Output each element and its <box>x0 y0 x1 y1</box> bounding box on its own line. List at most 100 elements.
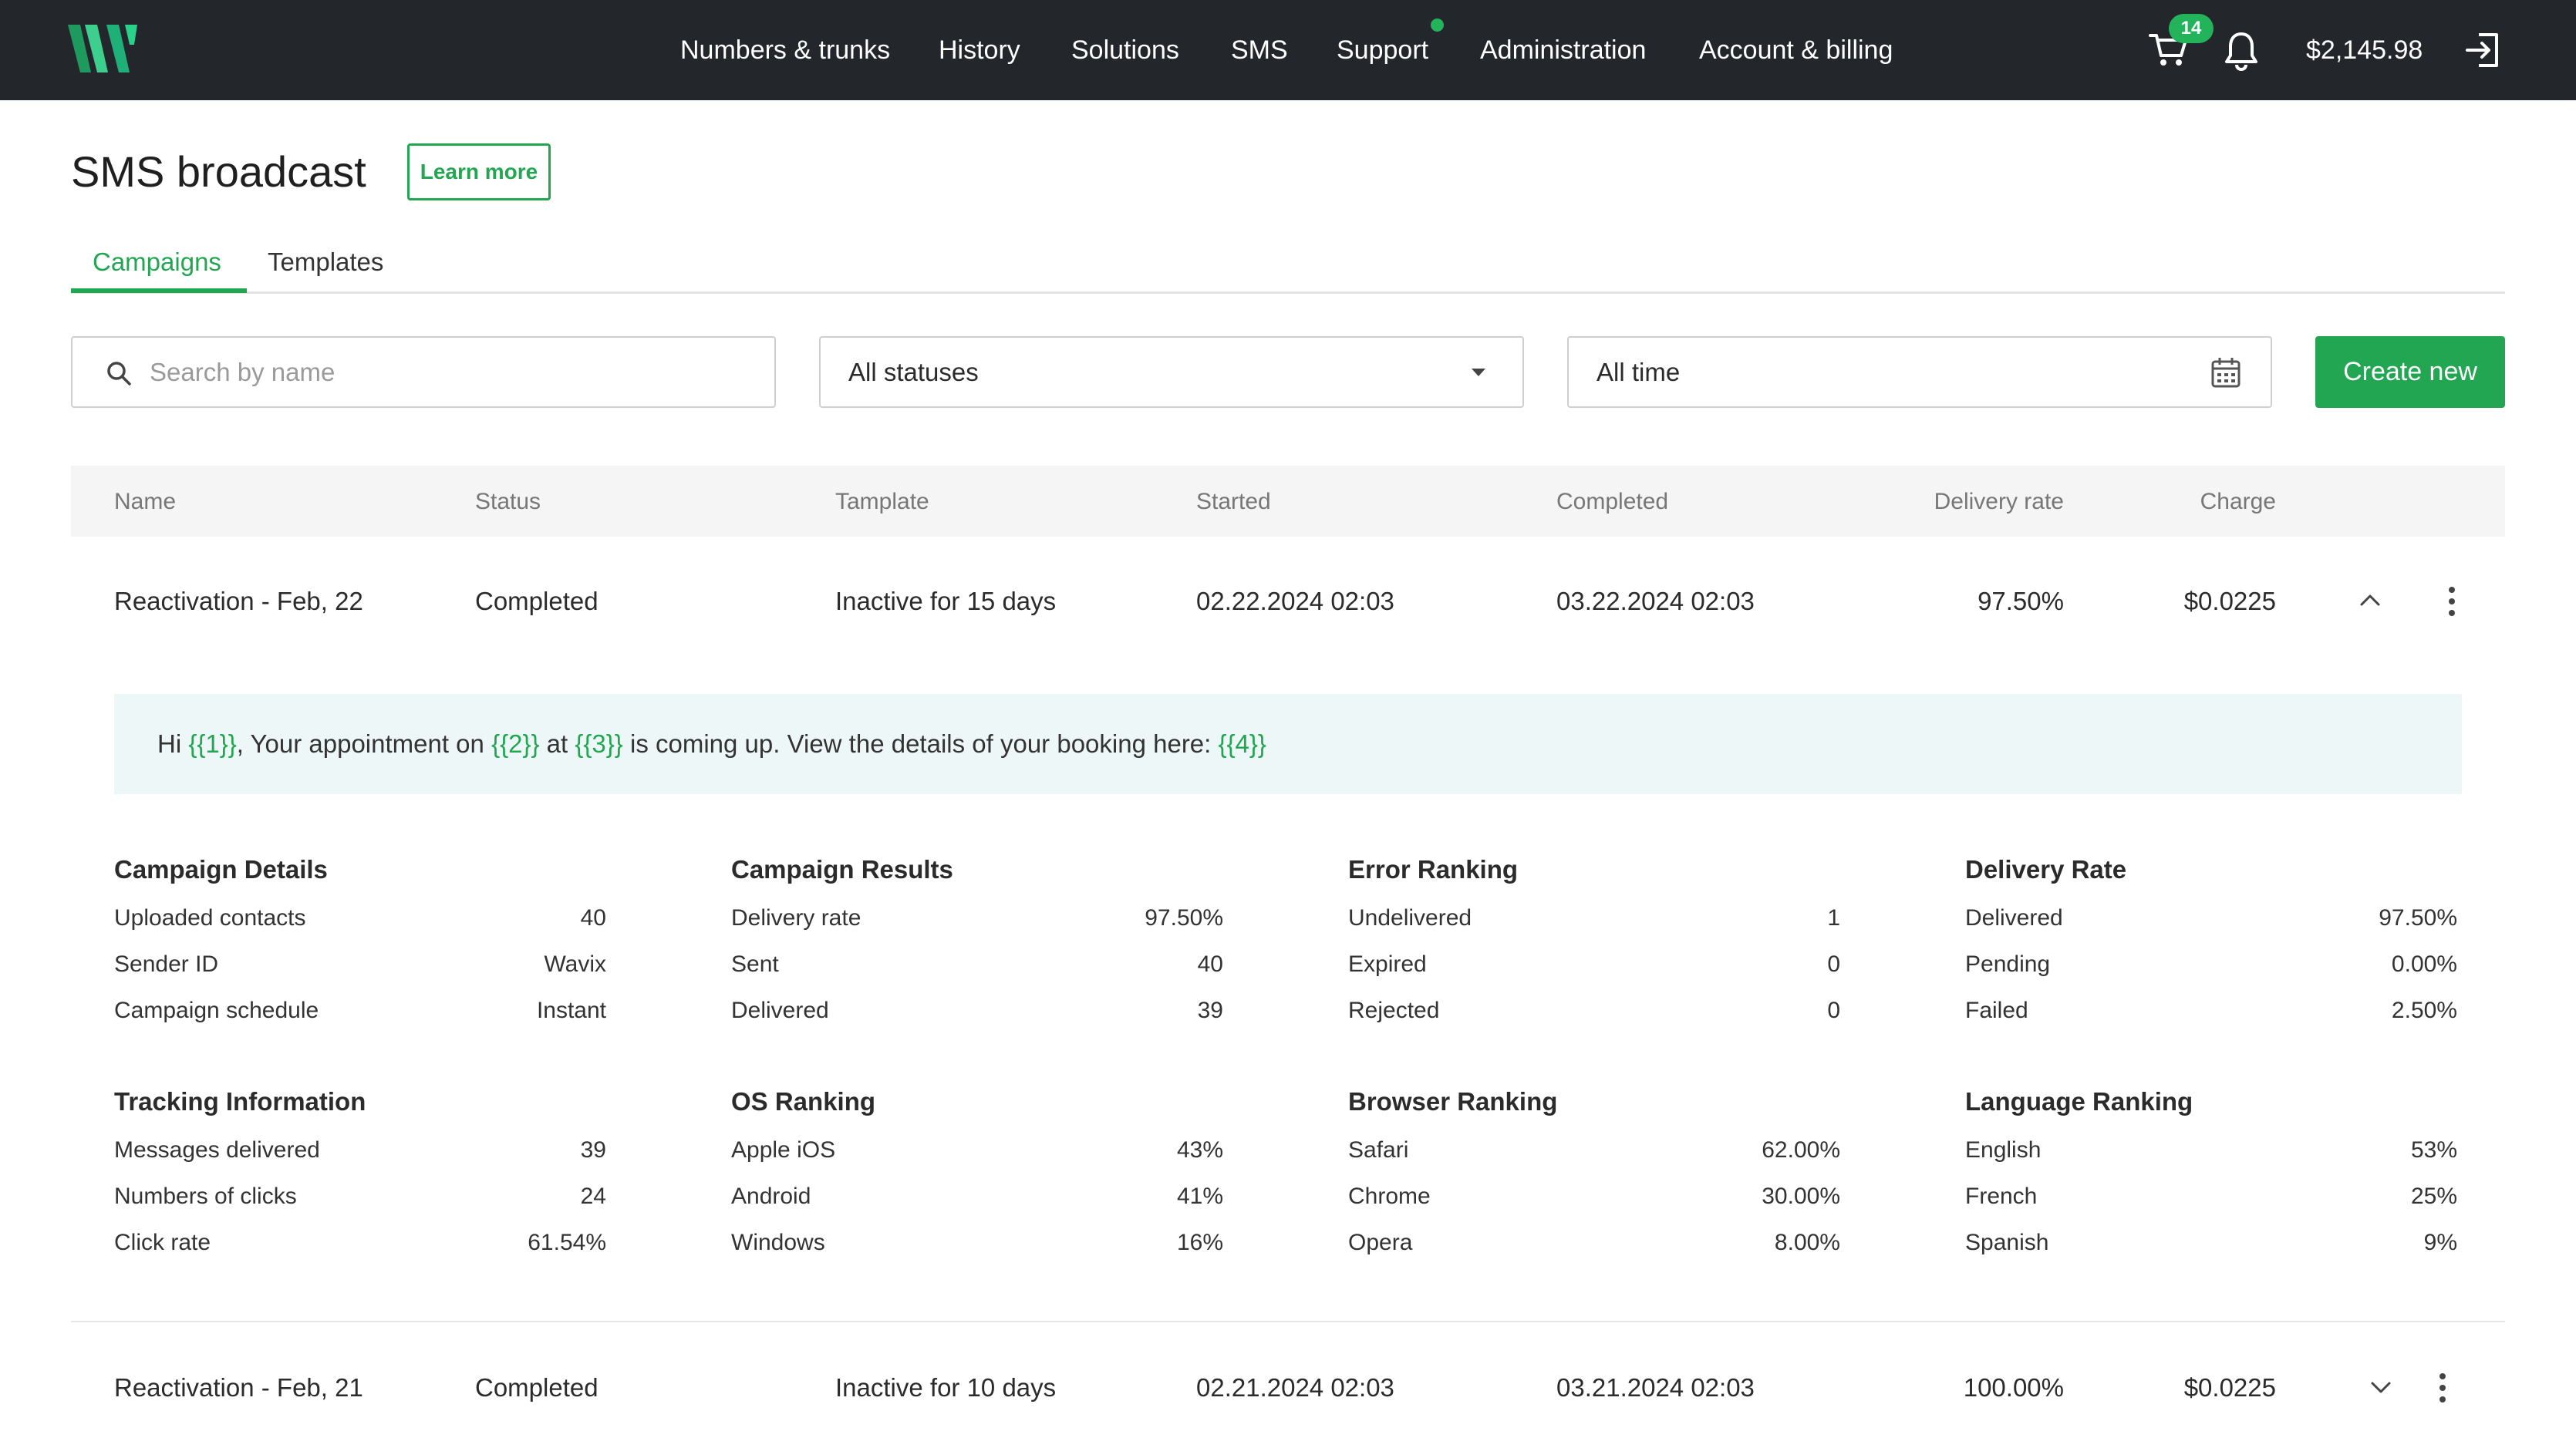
stat-label: Rejected <box>1348 998 1440 1023</box>
stat-value: 61.54% <box>528 1230 606 1255</box>
table-row[interactable]: Reactivation - Feb, 22 Completed Inactiv… <box>71 563 2505 640</box>
stats-group-title: Browser Ranking <box>1348 1087 1558 1116</box>
stat-label: Uploaded contacts <box>114 905 306 931</box>
message-variable: {{2}} <box>491 729 540 758</box>
campaign-template: Inactive for 15 days <box>835 587 1057 615</box>
stat-label: Delivery rate <box>731 905 861 931</box>
more-options-icon[interactable] <box>2446 586 2457 617</box>
stat-value: 0 <box>1827 951 1840 977</box>
column-header-name[interactable]: Name <box>114 487 176 517</box>
column-header-delivery-rate[interactable]: Delivery rate <box>1934 487 2064 517</box>
date-range-value: All time <box>1597 358 1681 386</box>
stat-value: 25% <box>2410 1184 2457 1209</box>
nav-sms[interactable]: SMS <box>1231 34 1288 66</box>
campaign-started: 02.21.2024 02:03 <box>1196 1373 1394 1402</box>
nav-account-billing[interactable]: Account & billing <box>1699 34 1893 66</box>
tabs-divider <box>71 291 2505 294</box>
stat-value: 53% <box>2410 1137 2457 1163</box>
stat-label: Expired <box>1348 951 1427 977</box>
logout-icon[interactable] <box>2463 31 2502 69</box>
bell-icon[interactable] <box>2223 31 2260 71</box>
column-header-completed[interactable]: Completed <box>1556 487 1668 517</box>
nav-administration[interactable]: Administration <box>1480 34 1646 66</box>
stat-label: Sender ID <box>114 951 219 977</box>
stat-value: 1 <box>1827 905 1840 931</box>
nav-solutions[interactable]: Solutions <box>1071 34 1179 66</box>
campaign-delivery-rate: 100.00% <box>1963 1373 2064 1402</box>
stat-value: 43% <box>1176 1137 1223 1163</box>
search-field <box>71 336 776 408</box>
column-header-status[interactable]: Status <box>475 487 541 517</box>
stat-label: Failed <box>1965 998 2028 1023</box>
stat-label: Sent <box>731 951 779 977</box>
more-options-icon[interactable] <box>2437 1372 2448 1403</box>
stat-value: 40 <box>1197 951 1223 977</box>
stat-label: Delivered <box>731 998 829 1023</box>
stat-label: Android <box>731 1184 811 1209</box>
stat-label: Messages delivered <box>114 1137 320 1163</box>
stat-label: Delivered <box>1965 905 2063 931</box>
table-header: Name Status Tamplate Started Completed D… <box>71 466 2505 537</box>
stat-label: Apple iOS <box>731 1137 836 1163</box>
stat-label: Pending <box>1965 951 2051 977</box>
column-header-template[interactable]: Tamplate <box>835 487 929 517</box>
table-row[interactable]: Reactivation - Feb, 21 Completed Inactiv… <box>71 1349 2505 1426</box>
campaign-completed: 03.22.2024 02:03 <box>1556 587 1755 615</box>
stat-value: 97.50% <box>1145 905 1223 931</box>
tab-campaigns[interactable]: Campaigns <box>93 245 221 279</box>
stat-value: 39 <box>580 1137 606 1163</box>
column-header-started[interactable]: Started <box>1196 487 1271 517</box>
row-divider <box>71 1321 2505 1322</box>
stats-group-title: Campaign Results <box>731 855 953 884</box>
stat-value: 2.50% <box>2391 998 2457 1023</box>
stat-label: Windows <box>731 1230 825 1255</box>
status-select[interactable]: All statuses <box>819 336 1524 408</box>
campaign-template: Inactive for 10 days <box>835 1373 1057 1402</box>
tab-templates[interactable]: Templates <box>268 245 383 279</box>
campaign-status: Completed <box>475 1373 598 1402</box>
nav-numbers-trunks[interactable]: Numbers & trunks <box>680 34 890 66</box>
stat-label: Spanish <box>1965 1230 2049 1255</box>
nav-support[interactable]: Support <box>1337 34 1428 66</box>
stat-value: 41% <box>1176 1184 1223 1209</box>
message-text-part: Hi <box>157 729 189 758</box>
campaign-charge: $0.0225 <box>2183 1373 2276 1402</box>
stats-group-title: Error Ranking <box>1348 855 1519 884</box>
stat-label: French <box>1965 1184 2038 1209</box>
stat-label: Numbers of clicks <box>114 1184 297 1209</box>
stats-group-title: OS Ranking <box>731 1087 876 1116</box>
message-variable: {{1}} <box>188 729 237 758</box>
message-text-part: at <box>539 729 575 758</box>
stat-value: Wavix <box>544 951 606 977</box>
stat-label: English <box>1965 1137 2042 1163</box>
message-preview: Hi {{1}}, Your appointment on {{2}} at {… <box>114 694 2462 794</box>
page-title: SMS broadcast <box>71 147 366 196</box>
message-text-part: , Your appointment on <box>236 729 492 758</box>
create-new-button[interactable]: Create new <box>2315 336 2505 408</box>
support-notification-dot <box>1431 19 1444 32</box>
stat-value: 0.00% <box>2391 951 2457 977</box>
stats-group-title: Campaign Details <box>114 855 328 884</box>
stat-label: Chrome <box>1348 1184 1431 1209</box>
chevron-down-icon[interactable] <box>2369 1380 2392 1396</box>
column-header-charge[interactable]: Charge <box>2200 487 2276 517</box>
status-select-value: All statuses <box>848 358 979 386</box>
chevron-up-icon[interactable] <box>2359 592 2382 608</box>
stat-value: 39 <box>1197 998 1223 1023</box>
learn-more-button[interactable]: Learn more <box>407 143 551 200</box>
account-balance[interactable]: $2,145.98 <box>2306 34 2423 66</box>
campaign-name: Reactivation - Feb, 21 <box>114 1373 363 1402</box>
date-range-picker[interactable]: All time <box>1567 336 2272 408</box>
active-tab-indicator <box>71 288 247 293</box>
stat-label: Safari <box>1348 1137 1409 1163</box>
top-navigation-bar: Numbers & trunks History Solutions SMS S… <box>0 0 2576 100</box>
stat-label: Undelivered <box>1348 905 1472 931</box>
stat-value: 0 <box>1827 998 1840 1023</box>
calendar-icon[interactable] <box>2210 356 2241 389</box>
stat-value: 62.00% <box>1762 1137 1840 1163</box>
search-input[interactable] <box>150 355 751 390</box>
nav-history[interactable]: History <box>939 34 1020 66</box>
stat-label: Click rate <box>114 1230 211 1255</box>
stat-value: 30.00% <box>1762 1184 1840 1209</box>
stats-group-title: Language Ranking <box>1965 1087 2193 1116</box>
